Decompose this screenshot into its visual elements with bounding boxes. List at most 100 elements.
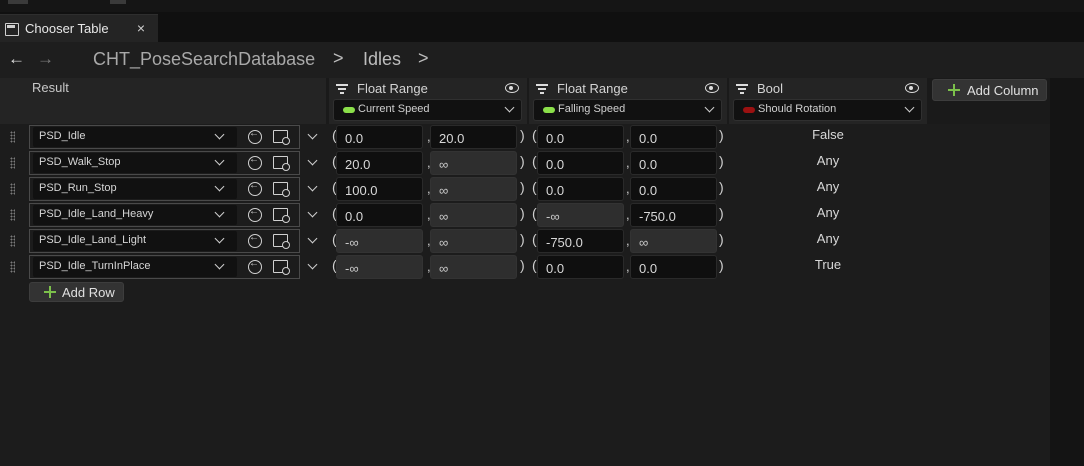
range-value-field[interactable]: -∞ (336, 255, 423, 279)
column-header-falling-speed[interactable]: Float Range Falling Speed (529, 78, 727, 124)
drag-handle-icon[interactable] (10, 183, 15, 195)
column-property-select[interactable]: Current Speed (333, 99, 522, 121)
use-selected-asset-icon[interactable] (248, 206, 262, 222)
bool-value[interactable]: False (728, 127, 928, 142)
eye-icon[interactable] (905, 83, 919, 93)
header-grip-column (0, 78, 27, 124)
drag-handle-icon[interactable] (10, 261, 15, 273)
column-header-current-speed[interactable]: Float Range Current Speed (329, 78, 527, 124)
close-icon[interactable]: × (134, 20, 148, 36)
result-cell: PSD_Idle_Land_Light (29, 229, 300, 253)
bool-value[interactable]: True (728, 257, 928, 272)
range-value-field[interactable]: ∞ (430, 177, 517, 201)
chevron-down-icon[interactable] (307, 181, 318, 192)
result-asset-select[interactable]: PSD_Idle_Land_Light (33, 231, 237, 251)
bool-value[interactable]: Any (728, 205, 928, 220)
chevron-down-icon[interactable] (307, 259, 318, 270)
use-selected-asset-icon[interactable] (248, 232, 262, 248)
range-value-field[interactable]: 0.0 (630, 255, 717, 279)
use-selected-asset-icon[interactable] (248, 128, 262, 144)
result-cell: PSD_Run_Stop (29, 177, 300, 201)
column-property-select[interactable]: Should Rotation (733, 99, 922, 121)
range-value-text: 20.0 (345, 157, 371, 172)
range-value-field[interactable]: 0.0 (537, 255, 624, 279)
drag-handle-icon[interactable] (10, 157, 15, 169)
range-value-field[interactable]: 0.0 (630, 177, 717, 201)
eye-icon[interactable] (705, 83, 719, 93)
bool-value[interactable]: Any (728, 153, 928, 168)
filter-icon[interactable] (536, 84, 548, 94)
column-header-should-rotation[interactable]: Bool Should Rotation (729, 78, 927, 124)
chooser-table-icon (5, 23, 19, 36)
result-asset-select[interactable]: PSD_Run_Stop (33, 179, 237, 199)
range-value-field[interactable]: 0.0 (336, 125, 423, 149)
result-asset-select[interactable]: PSD_Idle_Land_Heavy (33, 205, 237, 225)
tab-chooser-table[interactable]: Chooser Table × (0, 14, 158, 42)
range-value-field[interactable]: 0.0 (537, 151, 624, 175)
range-value-field[interactable]: -750.0 (537, 229, 624, 253)
range-value-field[interactable]: ∞ (430, 203, 517, 227)
range-value-text: ∞ (439, 209, 449, 224)
chevron-down-icon[interactable] (307, 233, 318, 244)
browse-asset-icon[interactable] (273, 182, 290, 197)
use-selected-asset-icon[interactable] (248, 154, 262, 170)
range-value-field[interactable]: ∞ (430, 229, 517, 253)
range-value-field[interactable]: 0.0 (537, 125, 624, 149)
range-value-field[interactable]: 100.0 (336, 177, 423, 201)
column-property-label: Falling Speed (558, 103, 626, 115)
browse-asset-icon[interactable] (273, 208, 290, 223)
range-value-field[interactable]: ∞ (630, 229, 717, 253)
drag-handle-icon[interactable] (10, 209, 15, 221)
bool-value[interactable]: Any (728, 231, 928, 246)
range-value-field[interactable]: 0.0 (630, 125, 717, 149)
result-asset-select[interactable]: PSD_Idle_TurnInPlace (33, 257, 237, 277)
range-value-field[interactable]: ∞ (430, 151, 517, 175)
result-cell: PSD_Idle_Land_Heavy (29, 203, 300, 227)
breadcrumb-item-database[interactable]: CHT_PoseSearchDatabase (93, 49, 315, 69)
drag-handle-icon[interactable] (10, 131, 15, 143)
result-asset-select[interactable]: PSD_Idle (33, 127, 237, 147)
range-value-field[interactable]: 20.0 (430, 125, 517, 149)
range-value-text: -750.0 (639, 209, 676, 224)
range-value-field[interactable]: -750.0 (630, 203, 717, 227)
add-row-button[interactable]: Add Row (29, 282, 124, 302)
chevron-down-icon[interactable] (307, 207, 318, 218)
range-value-field[interactable]: 0.0 (336, 203, 423, 227)
browse-asset-icon[interactable] (273, 260, 290, 275)
browse-asset-icon[interactable] (273, 234, 290, 249)
range-value-text: -750.0 (546, 235, 583, 250)
range-value-text: 20.0 (439, 131, 465, 146)
filter-icon[interactable] (336, 84, 348, 94)
column-property-label: Should Rotation (758, 103, 837, 115)
result-asset-select[interactable]: PSD_Walk_Stop (33, 153, 237, 173)
breadcrumb-separator[interactable]: > (333, 48, 344, 68)
bool-value[interactable]: Any (728, 179, 928, 194)
range-value-field[interactable]: 20.0 (336, 151, 423, 175)
range-value-field[interactable]: ∞ (430, 255, 517, 279)
range-value-text: 0.0 (546, 157, 565, 172)
breadcrumb-item-idles[interactable]: Idles (363, 49, 401, 69)
range-value-text: ∞ (439, 183, 449, 198)
filter-icon[interactable] (736, 84, 748, 94)
use-selected-asset-icon[interactable] (248, 180, 262, 196)
back-arrow-icon[interactable]: ← (8, 49, 25, 69)
chevron-down-icon (214, 207, 225, 218)
forward-arrow-icon[interactable]: → (37, 49, 54, 69)
chevron-down-icon[interactable] (307, 155, 318, 166)
range-value-field[interactable]: -∞ (537, 203, 624, 227)
range-value-text: -∞ (345, 261, 359, 276)
chevron-down-icon[interactable] (307, 129, 318, 140)
breadcrumb-separator[interactable]: > (418, 48, 429, 68)
range-value-field[interactable]: 0.0 (630, 151, 717, 175)
browse-asset-icon[interactable] (273, 156, 290, 171)
range-value-field[interactable]: 0.0 (537, 177, 624, 201)
add-column-button[interactable]: Add Column (932, 79, 1047, 101)
eye-icon[interactable] (505, 83, 519, 93)
range-value-text: 100.0 (345, 183, 378, 198)
range-value-field[interactable]: -∞ (336, 229, 423, 253)
use-selected-asset-icon[interactable] (248, 258, 262, 274)
column-property-select[interactable]: Falling Speed (533, 99, 722, 121)
chevron-down-icon (214, 259, 225, 270)
drag-handle-icon[interactable] (10, 235, 15, 247)
browse-asset-icon[interactable] (273, 130, 290, 145)
